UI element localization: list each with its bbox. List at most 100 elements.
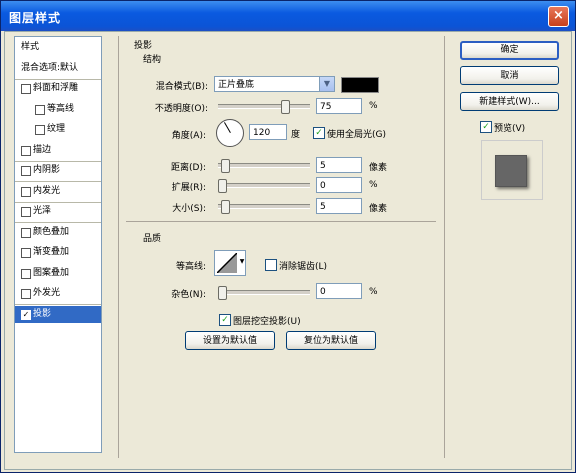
distance-slider-thumb[interactable] <box>221 159 230 173</box>
opacity-label: 不透明度(O): <box>154 104 208 114</box>
angle-dial[interactable] <box>216 119 244 147</box>
size-unit: 像素 <box>369 204 388 214</box>
global-light-checkbox[interactable]: ✓ <box>313 127 325 139</box>
style-enable-checkbox[interactable] <box>21 84 31 94</box>
spread-slider-thumb[interactable] <box>218 179 227 193</box>
window-title: 图层样式 <box>9 11 62 25</box>
title-bar[interactable]: 图层样式 × <box>1 1 575 31</box>
contour-label: 等高线: <box>175 262 206 272</box>
style-enable-checkbox[interactable] <box>21 248 31 258</box>
make-default-button[interactable]: 设置为默认值 <box>185 331 275 350</box>
style-list-item[interactable]: 纹理 <box>15 121 101 138</box>
size-slider-thumb[interactable] <box>221 200 230 214</box>
distance-input[interactable]: 5 <box>316 157 362 173</box>
blend-mode-select[interactable]: 正片叠底 ▼ <box>214 76 335 92</box>
style-enable-checkbox[interactable] <box>21 268 31 279</box>
spread-slider[interactable] <box>218 179 310 193</box>
distance-unit: 像素 <box>369 163 388 173</box>
style-list-item[interactable]: 等高线 <box>15 101 101 118</box>
cancel-button[interactable]: 取消 <box>460 66 559 85</box>
opacity-unit: % <box>369 101 378 111</box>
distance-slider[interactable] <box>218 159 310 173</box>
preview-checkbox[interactable]: ✓ <box>480 121 492 133</box>
size-input[interactable]: 5 <box>316 198 362 214</box>
style-list-item[interactable]: 光泽 <box>15 203 101 220</box>
section-divider <box>126 221 436 222</box>
chevron-down-icon: ▼ <box>319 77 334 91</box>
angle-input[interactable]: 120 <box>249 124 287 140</box>
style-list-item-label: 纹理 <box>47 124 66 134</box>
new-style-button[interactable]: 新建样式(W)... <box>460 92 559 111</box>
antialias-label: 消除锯齿(L) <box>279 262 328 272</box>
angle-needle <box>224 122 231 133</box>
reset-default-button[interactable]: 复位为默认值 <box>286 331 376 350</box>
section-heading-drop-shadow: 投影 <box>134 41 153 51</box>
style-list-item-label: 投影 <box>33 308 52 319</box>
style-list-item[interactable]: 混合选项:默认 <box>15 60 101 77</box>
blend-mode-label: 混合模式(B): <box>155 82 208 92</box>
spread-input[interactable]: 0 <box>316 177 362 193</box>
style-preview <box>481 140 543 200</box>
right-divider <box>444 36 445 458</box>
opacity-input[interactable]: 75 <box>316 98 362 114</box>
quality-heading: 品质 <box>143 234 162 244</box>
angle-unit: 度 <box>291 130 301 140</box>
noise-slider-thumb[interactable] <box>218 286 227 300</box>
style-list-item-label: 样式 <box>21 42 40 52</box>
style-enable-checkbox[interactable] <box>21 166 31 176</box>
spread-label: 扩展(R): <box>171 183 206 193</box>
size-label: 大小(S): <box>172 204 206 214</box>
ok-button[interactable]: 确定 <box>460 41 559 60</box>
style-list-item[interactable]: 样式 <box>15 39 101 56</box>
antialias-checkbox[interactable] <box>265 259 277 271</box>
shadow-color-swatch[interactable] <box>341 77 379 93</box>
style-list-item-label: 内发光 <box>33 185 61 196</box>
blend-mode-value: 正片叠底 <box>218 80 255 90</box>
style-enable-checkbox[interactable]: ✓ <box>21 309 31 320</box>
left-divider <box>118 36 119 458</box>
style-list-item[interactable]: 描边 <box>15 142 101 159</box>
style-enable-checkbox[interactable] <box>21 207 31 217</box>
noise-unit: % <box>369 287 378 297</box>
style-list-item-label: 混合选项:默认 <box>21 62 79 73</box>
style-list-item-label: 光泽 <box>33 206 52 216</box>
distance-label: 距离(D): <box>171 163 206 173</box>
noise-input[interactable]: 0 <box>316 283 362 299</box>
style-list-item-label: 描边 <box>33 144 52 155</box>
global-light-label: 使用全局光(G) <box>327 130 386 140</box>
style-list-item-label: 颜色叠加 <box>33 226 70 237</box>
style-list-item[interactable]: 斜面和浮雕 <box>15 80 101 97</box>
style-enable-checkbox[interactable] <box>21 227 31 238</box>
style-list-item[interactable]: 内发光 <box>15 183 101 200</box>
noise-label: 杂色(N): <box>171 290 206 300</box>
style-list-item-label: 等高线 <box>47 103 75 114</box>
knockout-label: 图层挖空投影(U) <box>233 317 301 327</box>
style-enable-checkbox[interactable] <box>35 125 45 135</box>
style-enable-checkbox[interactable] <box>21 289 31 299</box>
chevron-down-icon: ▼ <box>239 258 245 265</box>
contour-picker[interactable]: ▼ <box>214 250 246 276</box>
style-list-item-label: 外发光 <box>33 288 61 298</box>
opacity-slider[interactable] <box>218 100 310 114</box>
style-list-item[interactable]: ✓ 投影 <box>15 305 101 323</box>
style-enable-checkbox[interactable] <box>21 145 31 156</box>
knockout-checkbox[interactable]: ✓ <box>219 314 231 326</box>
style-list-item-label: 渐变叠加 <box>33 247 70 257</box>
close-button[interactable]: × <box>548 6 569 27</box>
style-list-item[interactable]: 外发光 <box>15 285 101 302</box>
style-enable-checkbox[interactable] <box>35 104 45 115</box>
style-list-item-label: 图案叠加 <box>33 267 70 278</box>
spread-unit: % <box>369 180 378 190</box>
size-slider[interactable] <box>218 200 310 214</box>
style-list-item[interactable]: 图案叠加 <box>15 265 101 282</box>
structure-heading: 结构 <box>143 55 162 65</box>
style-list-item[interactable]: 内阴影 <box>15 162 101 179</box>
style-list: 样式混合选项:默认斜面和浮雕等高线纹理描边内阴影内发光光泽颜色叠加渐变叠加图案叠… <box>14 36 102 453</box>
noise-slider[interactable] <box>218 286 310 300</box>
style-list-item[interactable]: 颜色叠加 <box>15 224 101 241</box>
opacity-slider-thumb[interactable] <box>281 100 290 114</box>
style-list-item[interactable]: 渐变叠加 <box>15 244 101 261</box>
style-list-item-label: 斜面和浮雕 <box>33 83 79 93</box>
style-enable-checkbox[interactable] <box>21 186 31 197</box>
preview-square <box>495 155 527 187</box>
